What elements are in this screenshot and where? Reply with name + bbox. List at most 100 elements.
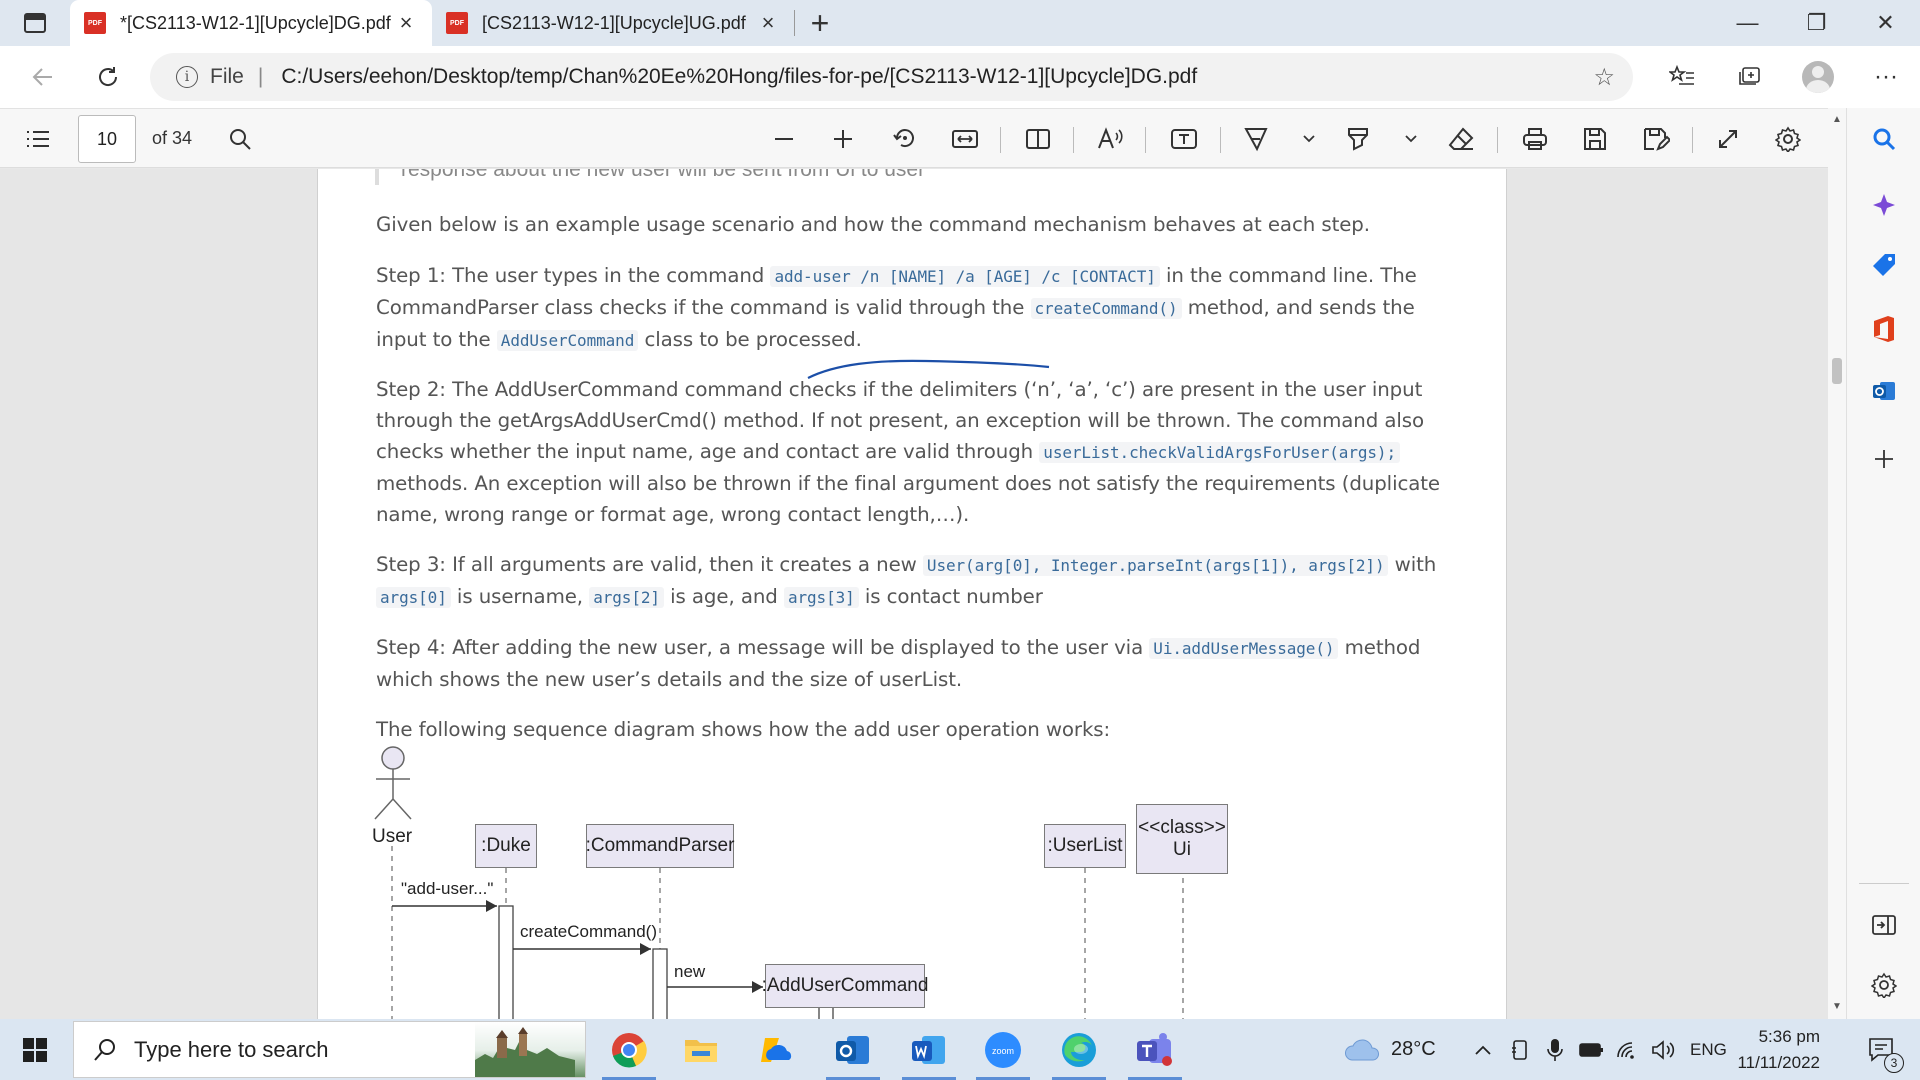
- sidebar-hide-button[interactable]: [1847, 900, 1920, 950]
- collections-icon: [1739, 67, 1760, 85]
- pdf-file-icon: PDF: [84, 12, 106, 34]
- collections-button[interactable]: [1716, 46, 1784, 108]
- taskbar-outlook[interactable]: [818, 1019, 888, 1080]
- zoom-in-button[interactable]: [823, 109, 863, 169]
- profile-button[interactable]: [1784, 46, 1852, 108]
- chevron-down-icon: [1303, 135, 1315, 143]
- address-url[interactable]: C:/Users/eehon/Desktop/temp/Chan%20Ee%20…: [281, 65, 1197, 89]
- gear-icon: [1871, 972, 1897, 998]
- scroll-up-arrow-icon[interactable]: ▲: [1832, 114, 1842, 125]
- refresh-button[interactable]: [80, 46, 135, 108]
- tab-close-button[interactable]: ×: [394, 10, 418, 36]
- favorites-button[interactable]: [1648, 46, 1716, 108]
- outlook-icon: [836, 1035, 869, 1064]
- scrollbar-thumb[interactable]: [1832, 358, 1842, 384]
- vertical-scrollbar[interactable]: ▲ ▼: [1828, 108, 1846, 1019]
- printer-icon: [1523, 128, 1547, 150]
- windows-taskbar: Type here to search zoom 28°C ENG 5:36 p…: [0, 1019, 1920, 1080]
- taskbar-search-box[interactable]: Type here to search: [73, 1021, 586, 1078]
- start-button[interactable]: [0, 1019, 70, 1080]
- sidebar-settings-button[interactable]: [1847, 960, 1920, 1010]
- sidebar-search-button[interactable]: [1847, 114, 1920, 164]
- address-row: i File | C:/Users/eehon/Desktop/temp/Cha…: [0, 46, 1920, 108]
- info-icon[interactable]: i: [176, 66, 198, 88]
- draw-pen-icon: [1244, 128, 1268, 152]
- zoom-out-button[interactable]: [764, 109, 804, 169]
- address-scheme-label: File: [210, 65, 244, 88]
- taskbar-chrome[interactable]: [594, 1019, 664, 1080]
- tab-title: [CS2113-W12-1][Upcycle]UG.pdf: [482, 12, 746, 33]
- toolbar-divider: [1497, 127, 1498, 153]
- print-button[interactable]: [1515, 109, 1555, 169]
- pdf-settings-button[interactable]: [1768, 109, 1808, 169]
- maximize-button[interactable]: ❐: [1782, 0, 1851, 46]
- microphone-icon[interactable]: [1546, 1019, 1564, 1080]
- outlook-icon: [1873, 382, 1895, 400]
- taskbar-edge[interactable]: [1044, 1019, 1114, 1080]
- page-view-button[interactable]: [1018, 109, 1058, 169]
- save-button[interactable]: [1575, 109, 1615, 169]
- find-button[interactable]: [220, 109, 260, 169]
- fit-width-button[interactable]: [945, 109, 985, 169]
- notification-center-button[interactable]: 3: [1856, 1019, 1906, 1080]
- taskbar-teams[interactable]: [1120, 1019, 1190, 1080]
- new-tab-button[interactable]: +: [795, 0, 845, 46]
- page-number-input[interactable]: 10: [78, 115, 136, 163]
- participant-ui-name: Ui: [1173, 839, 1191, 860]
- draw-options-button[interactable]: [1296, 109, 1322, 169]
- sidebar-outlook-button[interactable]: [1847, 366, 1920, 416]
- rotate-button[interactable]: [884, 109, 924, 169]
- sidebar-add-button[interactable]: [1847, 434, 1920, 484]
- full-screen-button[interactable]: [1708, 109, 1748, 169]
- text-run: Step 1: The user types in the command: [376, 264, 771, 287]
- taskbar-zoom[interactable]: zoom: [968, 1019, 1038, 1080]
- scroll-down-arrow-icon[interactable]: ▼: [1832, 1001, 1842, 1012]
- add-favorite-icon[interactable]: ☆: [1593, 63, 1615, 92]
- device-icon: [1512, 1039, 1527, 1060]
- document-viewport[interactable]: response about the new user will be sent…: [0, 169, 1828, 1019]
- add-text-button[interactable]: [1164, 109, 1204, 169]
- tab-ug-pdf[interactable]: PDF [CS2113-W12-1][Upcycle]UG.pdf ×: [432, 0, 794, 46]
- weather-widget[interactable]: 28°C: [1343, 1019, 1436, 1080]
- draw-button[interactable]: [1236, 109, 1276, 169]
- taskbar-onedrive-files[interactable]: [742, 1019, 812, 1080]
- clock[interactable]: 5:36 pm 11/11/2022: [1737, 1019, 1820, 1080]
- highlight-options-button[interactable]: [1398, 109, 1424, 169]
- back-button[interactable]: [15, 46, 70, 108]
- battery-icon[interactable]: [1578, 1019, 1604, 1080]
- plus-icon: [1875, 450, 1893, 468]
- address-bar[interactable]: i File | C:/Users/eehon/Desktop/temp/Cha…: [150, 53, 1633, 101]
- highlight-button[interactable]: [1338, 109, 1378, 169]
- text-run: Step 3: If all arguments are valid, then…: [376, 553, 923, 576]
- message-label-create-command: createCommand(): [520, 922, 657, 941]
- tab-dg-pdf[interactable]: PDF *[CS2113-W12-1][Upcycle]DG.pdf ×: [70, 0, 432, 46]
- read-aloud-button[interactable]: [1090, 109, 1130, 169]
- windows-logo-icon: [23, 1037, 47, 1062]
- sidebar-office-button[interactable]: [1847, 304, 1920, 354]
- sidebar-shopping-button[interactable]: [1847, 240, 1920, 290]
- arrowhead: [486, 900, 497, 912]
- input-language[interactable]: ENG: [1690, 1019, 1727, 1080]
- inline-code: args[2]: [589, 587, 664, 608]
- table-of-contents-button[interactable]: [18, 109, 58, 169]
- close-window-button[interactable]: ✕: [1851, 0, 1920, 46]
- show-hidden-icons-button[interactable]: [1474, 1019, 1492, 1080]
- participant-add-user-command: :AddUserCommand: [762, 964, 928, 1008]
- settings-more-button[interactable]: ···: [1852, 46, 1920, 108]
- save-as-button[interactable]: [1636, 109, 1676, 169]
- taskbar-file-explorer[interactable]: [666, 1019, 736, 1080]
- tab-close-button[interactable]: ×: [756, 10, 780, 36]
- taskbar-word[interactable]: [894, 1019, 964, 1080]
- minimize-button[interactable]: —: [1713, 0, 1782, 46]
- tab-actions-button[interactable]: [0, 0, 70, 46]
- clock-time: 5:36 pm: [1758, 1026, 1820, 1046]
- plus-icon: [834, 130, 852, 148]
- text-run: Step 4: After adding the new user, a mes…: [376, 636, 1150, 659]
- text-box-icon: [1171, 129, 1197, 149]
- volume-icon[interactable]: [1650, 1019, 1676, 1080]
- wifi-icon[interactable]: [1616, 1019, 1640, 1080]
- pdf-page: response about the new user will be sent…: [317, 169, 1507, 1019]
- sidebar-copilot-button[interactable]: [1847, 180, 1920, 230]
- erase-button[interactable]: [1441, 109, 1481, 169]
- meet-now-icon[interactable]: [1510, 1019, 1530, 1080]
